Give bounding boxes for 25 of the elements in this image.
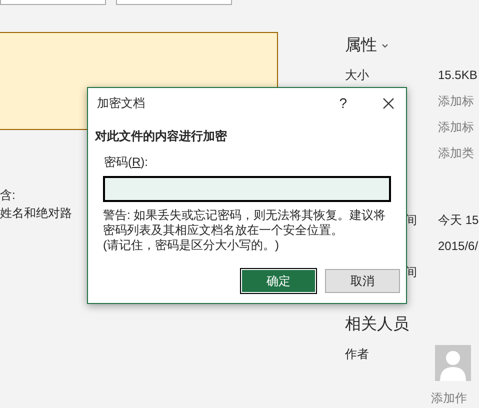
info-text: 姓名和绝对路 [0,205,72,221]
avatar-icon [435,345,471,381]
add-property-link[interactable]: 添加标 [438,92,474,110]
warning-text: 警告: 如果丢失或忘记密码，则无法将其恢复。建议将密码列表及其相应文档名放在一个安全位置。 [103,208,387,238]
note-text: (请记住，密码是区分大小写的。) [103,238,279,253]
add-property-link[interactable]: 添加类 [438,144,474,162]
add-author-link[interactable]: 添加作 [431,389,467,407]
property-label: 大小 [345,68,369,82]
section-title: 相关人员 [345,314,409,335]
property-value: 2015/6/ [438,238,478,255]
field-label: 密码(R): [104,154,148,171]
ok-button[interactable]: 确定 [241,269,316,293]
dialog-title: 加密文档 [97,95,146,112]
info-text: 含: [0,187,16,203]
property-label: 作者 [345,346,370,363]
help-button[interactable]: ? [339,92,347,114]
close-icon[interactable] [383,98,394,108]
section-title: 属性 [345,36,377,56]
property-value: 今天 15 [438,212,479,229]
chevron-down-icon[interactable] [382,44,388,48]
dialog-heading: 对此文件的内容进行加密 [95,128,227,145]
password-field[interactable] [103,176,391,202]
cancel-button[interactable]: 取消 [325,269,400,293]
property-value: 15.5KB [438,67,478,84]
add-property-link[interactable]: 添加标 [438,118,474,136]
